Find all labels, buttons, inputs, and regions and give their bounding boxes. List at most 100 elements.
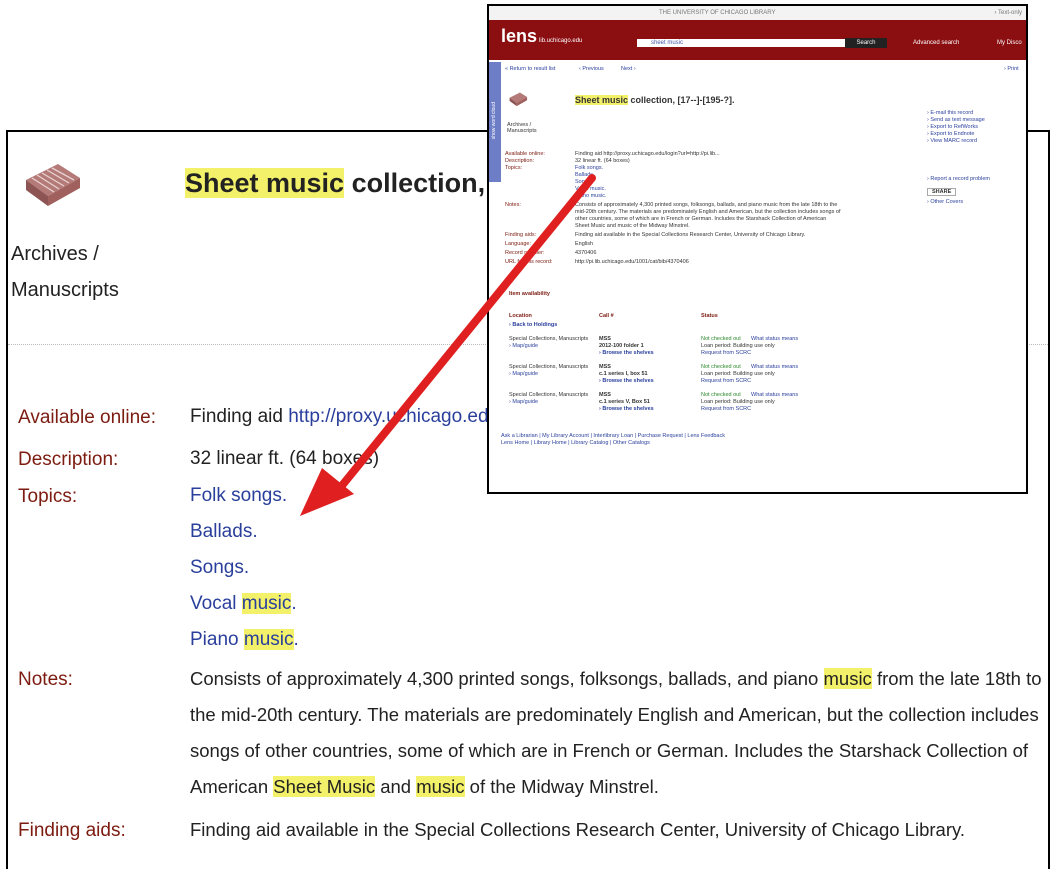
full-page-screenshot: THE UNIVERSITY OF CHICAGO LIBRARY › Text… bbox=[487, 4, 1028, 494]
next-link[interactable]: Next › bbox=[621, 66, 636, 72]
ov-topic-ballads[interactable]: Ballads. bbox=[575, 172, 595, 178]
previous-link[interactable]: ‹ Previous bbox=[579, 66, 604, 72]
row-call-detail: c.1 series I, box 51 bbox=[599, 371, 648, 377]
return-to-results-link[interactable]: « Return to result list bbox=[505, 66, 555, 72]
back-to-holdings-link[interactable]: › Back to Holdings bbox=[509, 322, 557, 328]
description-value: 32 linear ft. (64 boxes) bbox=[190, 448, 380, 469]
archives-box-icon-small bbox=[509, 92, 528, 107]
description-label: Description: bbox=[18, 449, 119, 470]
ov-label-notes: Notes: bbox=[505, 202, 521, 208]
marc-record-link[interactable]: › View MARC record bbox=[927, 138, 977, 144]
row-status: Not checked out bbox=[701, 364, 741, 370]
share-button[interactable]: SHARE bbox=[927, 188, 957, 196]
ov-label-available-online: Available online: bbox=[505, 151, 545, 157]
ov-notes-line-1: Consists of approximately 4,300 printed … bbox=[575, 202, 838, 208]
map-guide-link[interactable]: › Map/guide bbox=[509, 399, 538, 405]
row-call: MSS bbox=[599, 336, 611, 342]
col-status: Status bbox=[701, 313, 718, 319]
notes-value: Consists of approximately 4,300 printed … bbox=[190, 668, 1042, 797]
ov-label-language: Language: bbox=[505, 241, 531, 247]
finding-aids-value: Finding aid available in the Special Col… bbox=[190, 819, 965, 840]
status-means-link[interactable]: What status means bbox=[751, 336, 798, 342]
ov-value-language: English bbox=[575, 241, 594, 247]
ov-notes-line-2: mid-20th century. The materials are pred… bbox=[575, 209, 841, 215]
word-cloud-tab[interactable]: show word cloud bbox=[489, 62, 501, 182]
request-link[interactable]: Request from SCRC bbox=[701, 406, 751, 412]
ov-notes-line-3: other countries, some of which are in Fr… bbox=[575, 216, 827, 222]
my-discoveries-link[interactable]: My Disco bbox=[997, 40, 1022, 46]
ov-value-description: 32 linear ft. (64 boxes) bbox=[575, 158, 630, 164]
ov-notes-line-4: Sheet Music and music of the Midway Mins… bbox=[575, 223, 690, 229]
topics-label: Topics: bbox=[18, 486, 78, 507]
row-call-detail: 2012-100 folder 1 bbox=[599, 343, 644, 349]
row-loan: Loan period: Building use only bbox=[701, 399, 775, 405]
topic-link-songs[interactable]: Songs. bbox=[190, 550, 249, 586]
ov-value-finding-aids: Finding aid available in the Special Col… bbox=[575, 232, 806, 238]
refworks-link[interactable]: › Export to RefWorks bbox=[927, 124, 978, 130]
row-loan: Loan period: Building use only bbox=[701, 343, 775, 349]
other-covers-link[interactable]: › Other Covers bbox=[927, 199, 963, 205]
finding-aids-label: Finding aids: bbox=[18, 820, 126, 841]
col-location: Location bbox=[509, 313, 532, 319]
ov-label-finding-aids: Finding aids: bbox=[505, 232, 537, 238]
lens-logo[interactable]: lens lib.uchicago.edu bbox=[501, 26, 582, 47]
send-text-link[interactable]: › Send as text message bbox=[927, 117, 985, 123]
record-title-small: Sheet music collection, [17--]-[195-?]. bbox=[575, 95, 735, 105]
row-call-detail: c.1 series V, Box 51 bbox=[599, 399, 650, 405]
request-link[interactable]: Request from SCRC bbox=[701, 378, 751, 384]
lens-header-bar: lens lib.uchicago.edu sheet music Search … bbox=[489, 20, 1026, 60]
browse-shelves-link[interactable]: › Browse the shelves bbox=[599, 350, 654, 356]
row-location: Special Collections, Manuscripts bbox=[509, 364, 589, 370]
ov-value-record: 4370406 bbox=[575, 250, 597, 256]
format-type-small: Archives / Manuscripts bbox=[507, 122, 537, 134]
row-call: MSS bbox=[599, 392, 611, 398]
topic-link-folk-songs[interactable]: Folk songs. bbox=[190, 478, 287, 514]
ov-label-description: Description: bbox=[505, 158, 535, 164]
report-problem-link[interactable]: › Report a record problem bbox=[927, 176, 990, 182]
search-input[interactable]: sheet music bbox=[637, 39, 859, 47]
topic-link-vocal-music[interactable]: Vocal music. bbox=[190, 586, 297, 622]
format-type: Archives / Manuscripts bbox=[11, 243, 119, 301]
row-location: Special Collections, Manuscripts bbox=[509, 392, 589, 398]
topic-link-piano-music[interactable]: Piano music. bbox=[190, 622, 299, 658]
text-only-link[interactable]: › Text-only bbox=[994, 10, 1022, 16]
ov-topic-folk[interactable]: Folk songs. bbox=[575, 165, 603, 171]
finding-aid-link[interactable]: http://proxy.uchicago.edu/lo bbox=[288, 406, 519, 427]
ov-topic-vocal[interactable]: Vocal music. bbox=[575, 186, 606, 192]
status-means-link[interactable]: What status means bbox=[751, 364, 798, 370]
archives-box-icon bbox=[26, 164, 80, 206]
ov-label-url: URL for this record: bbox=[505, 259, 553, 265]
ov-value-url: http://pi.lib.uchicago.edu/1001/cat/bib/… bbox=[575, 259, 689, 265]
ov-value-available-online: Finding aid http://proxy.uchicago.edu/lo… bbox=[575, 151, 720, 157]
row-location: Special Collections, Manuscripts bbox=[509, 336, 589, 342]
row-call: MSS bbox=[599, 364, 611, 370]
browse-shelves-link[interactable]: › Browse the shelves bbox=[599, 378, 654, 384]
map-guide-link[interactable]: › Map/guide bbox=[509, 343, 538, 349]
endnote-link[interactable]: › Export to Endnote bbox=[927, 131, 974, 137]
notes-label: Notes: bbox=[18, 669, 73, 690]
status-means-link[interactable]: What status means bbox=[751, 392, 798, 398]
ov-label-record: Record number: bbox=[505, 250, 545, 256]
search-button[interactable]: Search bbox=[845, 38, 887, 48]
footer-links-2[interactable]: Lens Home | Library Home | Library Catal… bbox=[501, 440, 650, 446]
browse-shelves-link[interactable]: › Browse the shelves bbox=[599, 406, 654, 412]
item-availability-heading: Item availability bbox=[509, 291, 550, 297]
university-header: THE UNIVERSITY OF CHICAGO LIBRARY › Text… bbox=[489, 6, 1026, 20]
map-guide-link[interactable]: › Map/guide bbox=[509, 371, 538, 377]
advanced-search-link[interactable]: Advanced search bbox=[913, 40, 959, 46]
library-name: THE UNIVERSITY OF CHICAGO LIBRARY bbox=[659, 10, 776, 16]
col-call: Call # bbox=[599, 313, 614, 319]
email-record-link[interactable]: › E-mail this record bbox=[927, 110, 973, 116]
footer-links-1[interactable]: Ask a Librarian | My Library Account | I… bbox=[501, 433, 725, 439]
available-online-label: Available online: bbox=[18, 407, 157, 428]
print-link[interactable]: › Print bbox=[1004, 66, 1019, 72]
row-status: Not checked out bbox=[701, 336, 741, 342]
row-loan: Loan period: Building use only bbox=[701, 371, 775, 377]
ov-topic-songs[interactable]: Songs. bbox=[575, 179, 592, 185]
ov-topic-piano[interactable]: Piano music. bbox=[575, 193, 607, 199]
ov-label-topics: Topics: bbox=[505, 165, 523, 171]
request-link[interactable]: Request from SCRC bbox=[701, 350, 751, 356]
available-online-value: Finding aid http://proxy.uchicago.edu/lo bbox=[190, 406, 520, 427]
row-status: Not checked out bbox=[701, 392, 741, 398]
topic-link-ballads[interactable]: Ballads. bbox=[190, 514, 258, 550]
